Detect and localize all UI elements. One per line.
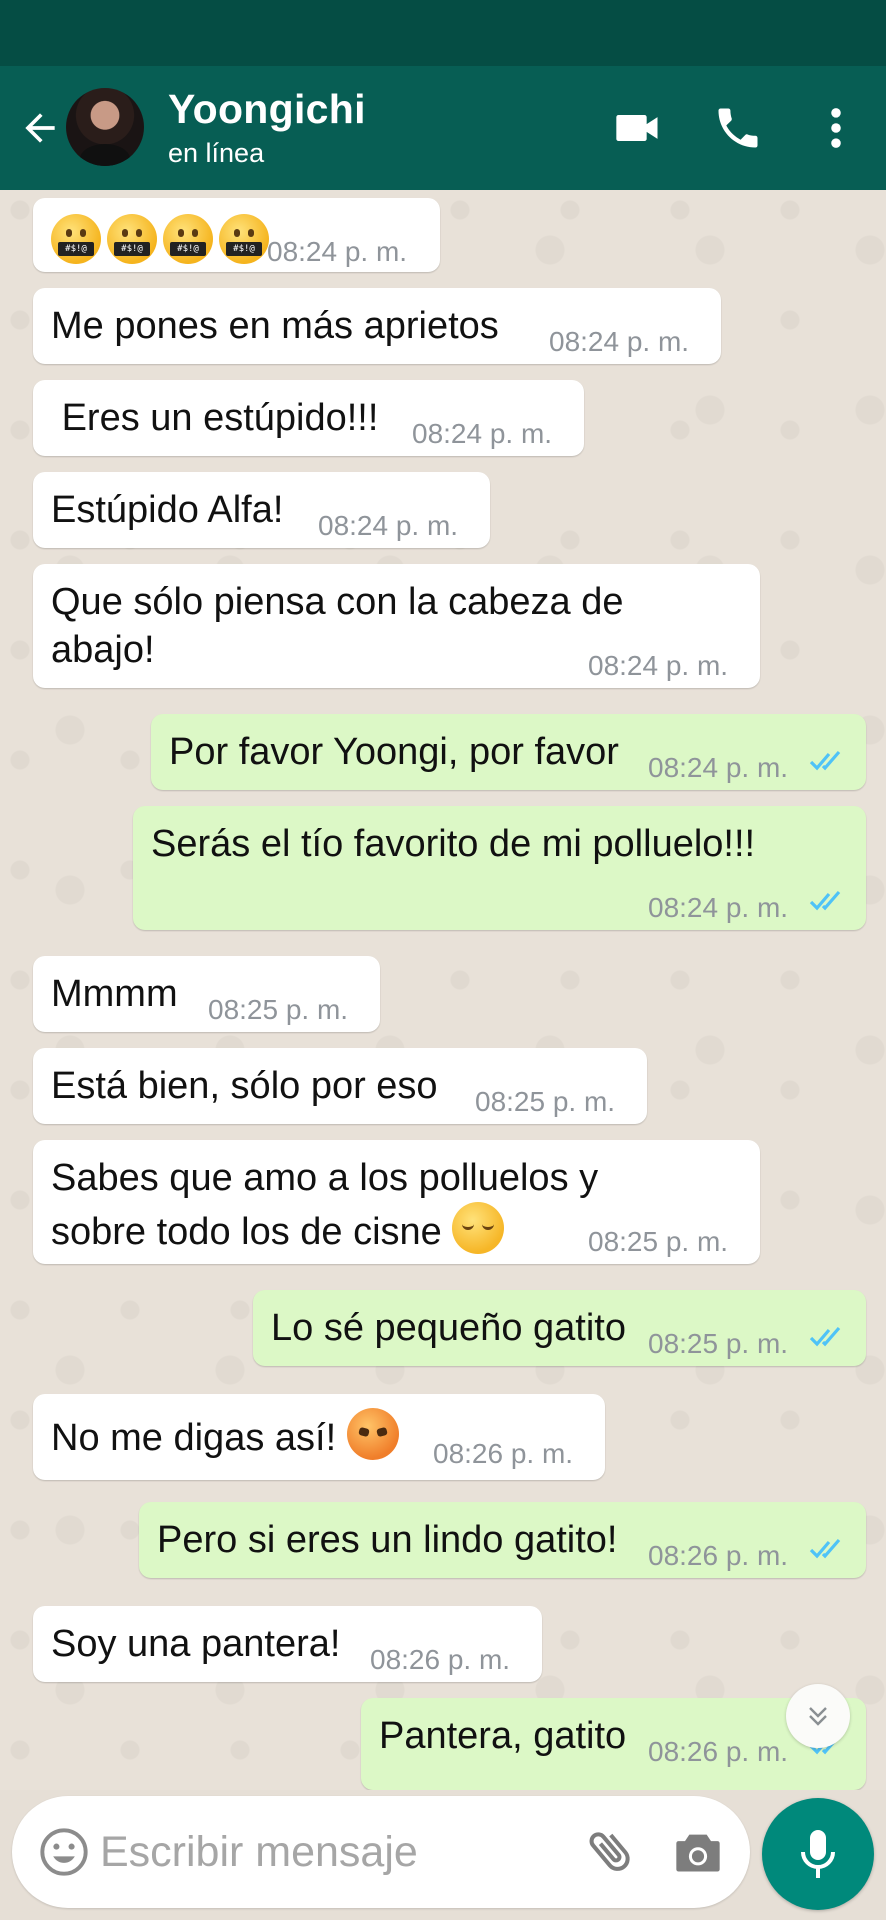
message-time: 08:25 p. m.	[648, 1328, 789, 1359]
contact-name[interactable]: Yoongichi	[168, 86, 366, 133]
chat-area[interactable]: #$!@ #$!@ #$!@ #$!@ 08:24 p. m. Me pones…	[0, 190, 886, 1790]
chat-header: Yoongichi en línea	[0, 66, 886, 190]
message-bubble-outgoing[interactable]: Pero si eres un lindo gatito! 08:26 p. m…	[139, 1502, 866, 1578]
voice-message-button[interactable]	[762, 1798, 874, 1910]
smiley-icon[interactable]	[38, 1826, 90, 1878]
message-text: Eres un estúpido!!!	[51, 397, 379, 439]
message-time: 08:24 p. m.	[648, 752, 789, 783]
face-with-symbols-icon: #$!@	[163, 214, 213, 264]
message-text: No me digas así!	[51, 1408, 399, 1462]
message-time: 08:26 p. m.	[648, 1736, 789, 1767]
double-check-icon	[809, 1538, 841, 1559]
message-text: Serás el tío favorito de mi polluelo!!!	[151, 823, 756, 865]
paperclip-icon[interactable]	[584, 1824, 638, 1878]
message-time: 08:26 p. m.	[648, 1540, 789, 1571]
angry-face-icon	[346, 1408, 399, 1460]
emoji-group: #$!@ #$!@ #$!@ #$!@	[51, 214, 269, 264]
message-bubble-incoming[interactable]: Está bien, sólo por eso 08:25 p. m.	[33, 1048, 647, 1124]
message-bubble-outgoing[interactable]: Por favor Yoongi, por favor 08:24 p. m.	[151, 714, 866, 790]
face-with-symbols-icon: #$!@	[219, 214, 269, 264]
message-bubble-incoming[interactable]: Mmmm 08:25 p. m.	[33, 956, 380, 1032]
phone-icon[interactable]	[712, 102, 764, 154]
face-with-symbols-icon: #$!@	[107, 214, 157, 264]
contact-status: en línea	[168, 138, 265, 168]
message-time: 08:25 p. m.	[588, 1226, 729, 1257]
double-check-icon	[809, 1326, 841, 1347]
scroll-to-bottom-button[interactable]	[786, 1684, 850, 1748]
message-time: 08:24 p. m.	[588, 650, 729, 681]
double-check-icon	[809, 750, 841, 771]
message-bubble-outgoing[interactable]: Lo sé pequeño gatito 08:25 p. m.	[253, 1290, 866, 1366]
avatar[interactable]	[66, 88, 144, 166]
message-time: 08:25 p. m.	[475, 1086, 616, 1117]
arrow-left-icon[interactable]	[18, 106, 62, 150]
message-text: Por favor Yoongi, por favor	[169, 731, 619, 773]
message-text: Soy una pantera!	[51, 1623, 341, 1665]
message-text: Lo sé pequeño gatito	[271, 1307, 626, 1349]
double-chevron-down-icon	[809, 1707, 827, 1726]
message-text: Que sólo piensa con la cabeza de abajo!	[51, 581, 624, 671]
message-text: Estúpido Alfa!	[51, 489, 284, 531]
message-text: Mmmm	[51, 973, 178, 1015]
message-bubble-incoming[interactable]: Estúpido Alfa! 08:24 p. m.	[33, 472, 490, 548]
message-text: Pero si eres un lindo gatito!	[157, 1519, 618, 1561]
message-composer	[12, 1796, 750, 1908]
message-time: 08:24 p. m.	[267, 236, 408, 267]
message-time: 08:24 p. m.	[412, 418, 553, 449]
message-bubble-outgoing[interactable]: Serás el tío favorito de mi polluelo!!! …	[133, 806, 866, 930]
more-vertical-icon[interactable]	[810, 102, 862, 154]
message-bubble-incoming[interactable]: No me digas así! 08:26 p. m.	[33, 1394, 605, 1480]
message-bubble-incoming[interactable]: Eres un estúpido!!! 08:24 p. m.	[33, 380, 584, 456]
message-text: Está bien, sólo por eso	[51, 1065, 438, 1107]
message-time: 08:24 p. m.	[648, 892, 789, 923]
message-text: Sabes que amo a los polluelos y sobre to…	[51, 1157, 599, 1254]
relieved-face-icon	[452, 1202, 505, 1254]
message-time: 08:26 p. m.	[370, 1644, 511, 1675]
message-bubble-incoming[interactable]: Me pones en más aprietos 08:24 p. m.	[33, 288, 721, 364]
message-time: 08:24 p. m.	[549, 326, 690, 357]
message-time: 08:24 p. m.	[318, 510, 459, 541]
message-bubble-incoming[interactable]: Sabes que amo a los polluelos y sobre to…	[33, 1140, 760, 1264]
message-text: Pantera, gatito	[379, 1715, 627, 1757]
message-text: Me pones en más aprietos	[51, 305, 499, 347]
status-bar	[0, 0, 886, 66]
message-bubble-incoming[interactable]: #$!@ #$!@ #$!@ #$!@ 08:24 p. m.	[33, 198, 440, 272]
microphone-icon	[801, 1830, 835, 1878]
camera-icon[interactable]	[672, 1828, 724, 1876]
message-bubble-incoming[interactable]: Que sólo piensa con la cabeza de abajo! …	[33, 564, 760, 688]
message-bubble-incoming[interactable]: Soy una pantera! 08:26 p. m.	[33, 1606, 542, 1682]
double-check-icon	[809, 890, 841, 911]
message-time: 08:26 p. m.	[433, 1438, 574, 1469]
face-with-symbols-icon: #$!@	[51, 214, 101, 264]
video-camera-icon[interactable]	[612, 102, 664, 154]
message-time: 08:25 p. m.	[208, 994, 349, 1025]
message-input[interactable]	[100, 1824, 530, 1880]
